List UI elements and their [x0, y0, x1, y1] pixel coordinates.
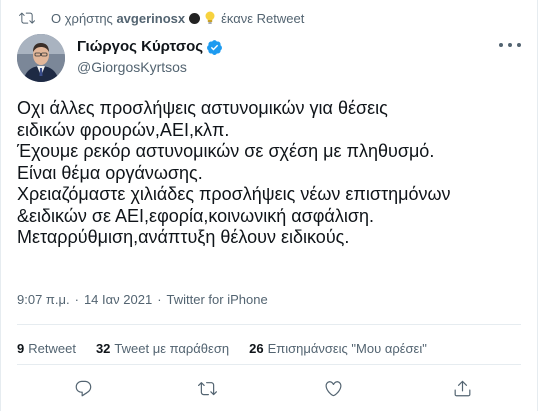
- tweet-stats: 9 Retweet 32 Tweet με παράθεση 26 Επισημ…: [17, 341, 447, 356]
- tweet-line: Έχουμε ρεκόρ αστυνομικών σε σχέση με πλη…: [17, 141, 435, 161]
- like-button[interactable]: [321, 376, 345, 400]
- retweets-count: 9: [17, 341, 25, 356]
- reply-icon: [75, 380, 91, 396]
- retweets-stat[interactable]: 9 Retweet: [17, 341, 76, 356]
- more-icon-dot: [508, 43, 512, 47]
- divider: [17, 324, 521, 325]
- likes-label: Επισημάνσεις "Μου αρέσει": [267, 341, 427, 356]
- quotes-label: Tweet με παράθεση: [114, 341, 230, 356]
- tweet-text: Οχι άλλες προσλήψεις αστυνομικών για θέσ…: [17, 98, 525, 249]
- tweet-metadata: 9:07 π.μ. · 14 Ιαν 2021 · Twitter for iP…: [17, 292, 268, 307]
- retweeter-name[interactable]: avgerinosx: [116, 11, 185, 26]
- author-handle[interactable]: @GiorgosKyrtsos: [77, 58, 223, 76]
- profile-emoji-icons: [189, 10, 218, 26]
- author-info[interactable]: Γιώργος Κύρτσος @GiorgosKyrtsos: [77, 38, 223, 76]
- meta-separator: ·: [74, 292, 79, 307]
- tweet-line: ειδικών φρουρών,ΑΕΙ,κλπ.: [17, 119, 230, 140]
- retweet-suffix: έκανε Retweet: [221, 10, 305, 26]
- divider: [17, 364, 521, 365]
- more-icon-dot: [517, 43, 521, 47]
- lightbulb-emoji-icon: [205, 11, 215, 24]
- quotes-count: 32: [95, 341, 111, 356]
- author-name-text: Γιώργος Κύρτσος: [77, 38, 204, 55]
- tweet-line: Μεταρρύθμιση,ανάπτυξη θέλουν ειδικούς.: [17, 227, 350, 247]
- verified-badge-icon: [207, 39, 222, 55]
- meta-separator: ·: [157, 292, 162, 307]
- more-icon: [499, 43, 503, 47]
- retweets-label: Retweet: [28, 341, 76, 356]
- quotes-stat[interactable]: 32 Tweet με παράθεση: [96, 341, 229, 356]
- tweet-date[interactable]: 14 Ιαν 2021: [84, 292, 152, 307]
- more-options-button[interactable]: [499, 38, 521, 52]
- likes-count: 26: [249, 341, 264, 356]
- avatar-portrait-icon: [17, 34, 65, 82]
- tweet-source[interactable]: Twitter for iPhone: [167, 292, 268, 307]
- tweet-time[interactable]: 9:07 π.μ.: [17, 292, 70, 307]
- author-display-name[interactable]: Γιώργος Κύρτσος: [77, 38, 223, 56]
- retweet-context-icon: [19, 10, 35, 26]
- share-button[interactable]: [450, 376, 474, 400]
- tweet-line: Χρειαζόμαστε χιλιάδες προσλήψεις νέων επ…: [17, 184, 451, 204]
- tweet-line: Οχι άλλες προσλήψεις αστυνομικών για θέσ…: [17, 98, 388, 118]
- share-icon: [454, 380, 470, 396]
- retweet-context[interactable]: Ο χρήστης avgerinosx έκανε Retweet: [19, 9, 304, 27]
- tweet-card: Ο χρήστης avgerinosx έκανε Retweet Γιώργ…: [0, 0, 538, 411]
- reply-button[interactable]: [71, 376, 95, 400]
- tweet-line: Είναι θέμα οργάνωσης.: [17, 162, 203, 183]
- likes-stat[interactable]: 26 Επισημάνσεις "Μου αρέσει": [249, 341, 427, 356]
- retweet-icon: [197, 381, 217, 395]
- retweet-prefix: Ο χρήστης: [51, 10, 113, 26]
- author-avatar[interactable]: [17, 34, 65, 82]
- retweet-button[interactable]: [195, 376, 219, 400]
- tweet-actions: [1, 376, 539, 402]
- black-circle-emoji-icon: [189, 12, 201, 24]
- heart-icon: [325, 380, 341, 396]
- retweet-context-text: Ο χρήστης avgerinosx: [51, 11, 185, 26]
- tweet-line: &ειδικών σε ΑΕΙ,εφορία,κοινωνική ασφάλισ…: [17, 205, 374, 226]
